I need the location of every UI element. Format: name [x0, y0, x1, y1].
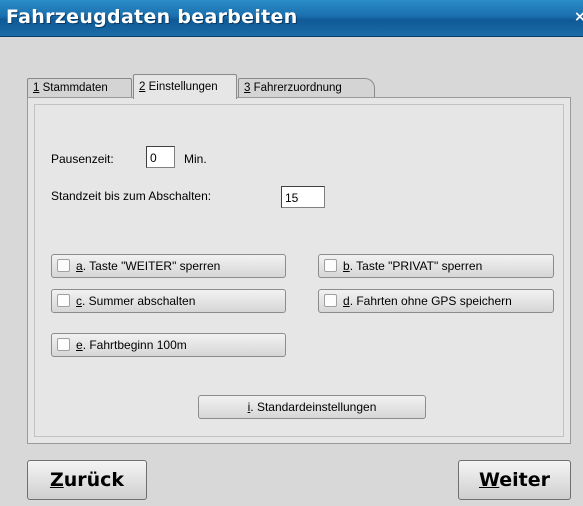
title-bar: Fahrzeugdaten bearbeiten ×: [0, 0, 583, 37]
option-a-label: a. Taste "WEITER" sperren: [76, 259, 221, 273]
option-c-summer-abschalten[interactable]: c. Summer abschalten: [51, 289, 286, 313]
dialog-window: Fahrzeugdaten bearbeiten × 1 Stammdaten …: [0, 0, 583, 506]
option-b-label: b. Taste "PRIVAT" sperren: [343, 259, 483, 273]
pausenzeit-input[interactable]: [146, 146, 175, 168]
option-d-ohne-gps-speichern[interactable]: d. Fahrten ohne GPS speichern: [318, 289, 554, 313]
tab-fahrerzuordnung-label: Fahrerzuordnung: [250, 82, 342, 94]
checkbox[interactable]: [324, 259, 337, 272]
next-button-label: eiter: [499, 469, 551, 491]
tab-stammdaten-label: Stammdaten: [39, 82, 108, 94]
tab-einstellungen-label: Einstellungen: [145, 81, 218, 93]
tab-stammdaten[interactable]: 1 Stammdaten: [27, 78, 132, 98]
tab-fahrerzuordnung[interactable]: 3 Fahrerzuordnung: [238, 78, 375, 98]
close-icon[interactable]: ×: [574, 9, 583, 25]
window-title: Fahrzeugdaten bearbeiten: [6, 6, 298, 28]
back-button-key: Z: [49, 469, 64, 491]
standardeinstellungen-button[interactable]: i. Standardeinstellungen: [198, 395, 426, 419]
back-button[interactable]: Zurück: [27, 460, 147, 500]
standzeit-input[interactable]: [281, 186, 325, 208]
option-e-fahrtbeginn[interactable]: e. Fahrtbeginn 100m: [51, 333, 286, 357]
checkbox[interactable]: [324, 294, 337, 307]
option-b-privat-sperren[interactable]: b. Taste "PRIVAT" sperren: [318, 254, 554, 278]
checkbox[interactable]: [57, 338, 70, 351]
checkbox[interactable]: [57, 294, 70, 307]
standardeinstellungen-label: . Standardeinstellungen: [250, 400, 377, 414]
standzeit-label: Standzeit bis zum Abschalten:: [51, 189, 212, 203]
tab-einstellungen[interactable]: 2 Einstellungen: [133, 74, 237, 99]
back-button-label: urück: [63, 469, 125, 491]
next-button[interactable]: Weiter: [458, 460, 571, 500]
checkbox[interactable]: [57, 259, 70, 272]
option-c-label: c. Summer abschalten: [76, 294, 196, 308]
option-e-label: e. Fahrtbeginn 100m: [76, 338, 187, 352]
pausenzeit-unit: Min.: [184, 152, 207, 166]
option-d-label: d. Fahrten ohne GPS speichern: [343, 294, 512, 308]
option-a-weiter-sperren[interactable]: a. Taste "WEITER" sperren: [51, 254, 286, 278]
next-button-key: W: [478, 469, 500, 491]
pausenzeit-label: Pausenzeit:: [51, 152, 114, 166]
